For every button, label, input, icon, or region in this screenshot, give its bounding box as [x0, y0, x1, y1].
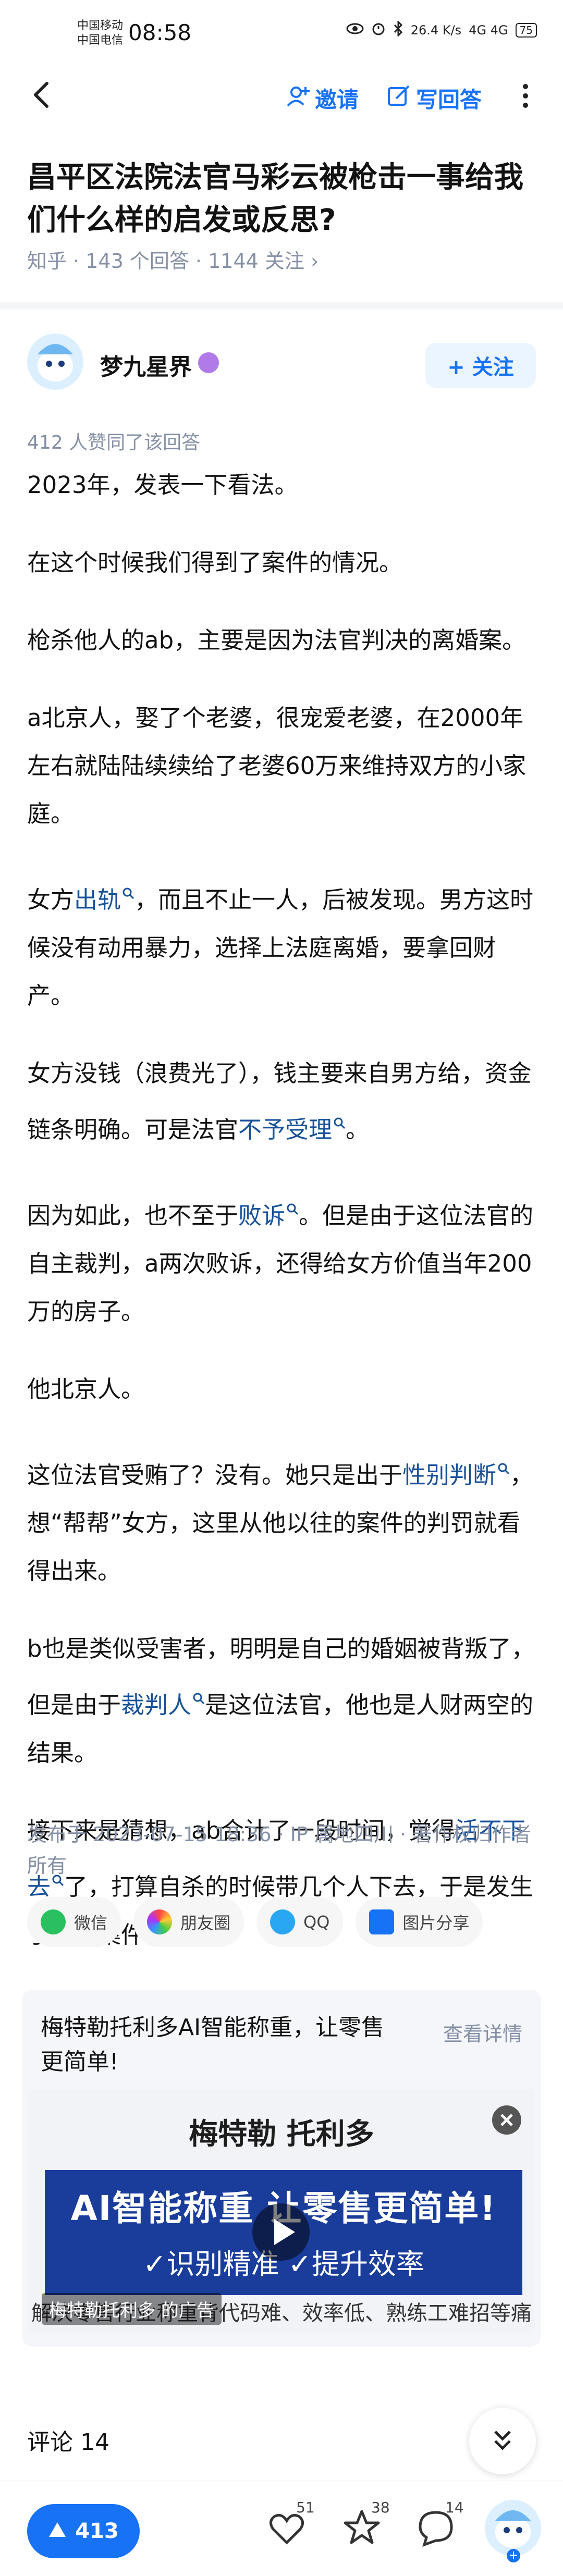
- keyword-link[interactable]: 不予受理: [238, 1116, 332, 1143]
- like-button[interactable]: 51: [266, 2499, 315, 2549]
- upvote-summary: 412 人赞同了该回答: [27, 432, 201, 453]
- answer-paragraph: 枪杀他人的ab，主要是因为法官判决的离婚案。: [27, 626, 526, 654]
- ad-card[interactable]: 梅特勒托利多AI智能称重，让零售更简单! 查看详情 梅特勒 托利多 AI智能称重…: [22, 1990, 541, 2347]
- play-icon[interactable]: [252, 2203, 310, 2261]
- close-icon[interactable]: [492, 2105, 521, 2135]
- share-image-button[interactable]: 图片分享: [356, 1897, 483, 1947]
- bottom-action-bar: 413 51 38 14 +: [0, 2481, 563, 2576]
- question-title[interactable]: 昌平区法院法官马彩云被枪击一事给我们什么样的启发或反思?: [27, 156, 538, 242]
- favorite-button[interactable]: 38: [341, 2499, 390, 2549]
- edit-icon: [387, 84, 411, 113]
- text-span: 女方: [27, 886, 75, 914]
- share-wechat-button[interactable]: 微信: [27, 1897, 121, 1947]
- carrier-info: 中国移动 中国电信: [77, 19, 123, 48]
- ad-title[interactable]: 梅特勒托利多AI智能称重，让零售更简单!: [41, 2011, 406, 2079]
- signal-label: 4G 4G: [469, 23, 508, 38]
- like-count: 51: [296, 2499, 315, 2516]
- search-icon[interactable]: [122, 868, 134, 899]
- comment-count: 14: [445, 2499, 464, 2516]
- carrier-1: 中国移动: [77, 19, 124, 32]
- share-label: 微信: [74, 1913, 108, 1933]
- text-span: 这位法官受贿了？没有。她只是出于: [27, 1461, 403, 1489]
- comment-button[interactable]: 14: [415, 2499, 464, 2549]
- qq-icon: [270, 1909, 296, 1934]
- wechat-icon: [41, 1909, 66, 1934]
- bluetooth-icon: [393, 20, 403, 40]
- status-icons: 26.4 K/s 4G 4G 75: [346, 20, 537, 40]
- share-label: 图片分享: [402, 1913, 470, 1933]
- answer-paragraph: b也是类似受害者，明明是自己的婚姻被背叛了，但是由于裁判人 是这位法官，他也是人财…: [27, 1625, 536, 1777]
- search-icon[interactable]: [333, 1098, 346, 1129]
- question-meta[interactable]: 知乎 · 143 个回答 · 1144 关注 ›: [27, 245, 319, 274]
- text-span: 。: [346, 1116, 370, 1143]
- write-answer-button[interactable]: 写回答: [387, 82, 482, 114]
- more-icon[interactable]: [515, 80, 536, 112]
- upvote-count: 413: [75, 2519, 119, 2543]
- author-name[interactable]: 梦九星界: [100, 348, 192, 381]
- upvote-button[interactable]: 413: [27, 2504, 140, 2558]
- publish-info: 发布于 2023-07-15 18:36 · IP 属地四川 · 著作权归作者所…: [27, 1823, 532, 1877]
- keyword-link[interactable]: 败诉: [238, 1202, 285, 1229]
- comments-header: 评论 14: [27, 2408, 536, 2474]
- text-span: 因为如此，也不至于: [27, 1202, 239, 1229]
- keyword-link[interactable]: 裁判人: [121, 1691, 191, 1719]
- invite-label: 邀请: [315, 87, 359, 113]
- ad-brand: 梅特勒 托利多: [189, 2117, 374, 2151]
- top-nav: 邀请 写回答: [0, 57, 563, 135]
- share-row: 微信 朋友圈 QQ 图片分享: [27, 1897, 536, 1949]
- keyword-link[interactable]: 性别判断: [402, 1461, 496, 1489]
- answer-paragraph: 2023年，发表一下看法。: [27, 471, 298, 499]
- search-icon[interactable]: [497, 1443, 510, 1475]
- carrier-2: 中国电信: [77, 34, 124, 47]
- search-icon[interactable]: [192, 1673, 205, 1705]
- author-row: 梦九星界 + 关注: [27, 334, 536, 396]
- keyword-link[interactable]: 出轨: [74, 886, 121, 914]
- comments-count[interactable]: 评论 14: [27, 2423, 109, 2457]
- answer-paragraph: 因为如此，也不至于败诉 。但是由于这位法官的自主裁判，a两次败诉，还得给女方价值当…: [27, 1184, 536, 1336]
- answer-paragraph: 在这个时候我们得到了案件的情况。: [27, 549, 403, 576]
- answer-paragraph: 女方出轨 ，而且不止一人，后被发现。男方这时候没有动用暴力，选择上法庭离婚，要拿回…: [27, 868, 536, 1020]
- answer-paragraph: a北京人，娶了个老婆，很宠爱老婆，在2000年左右就陆陆续续给了老婆60万来维持…: [27, 704, 527, 828]
- ad-video[interactable]: 梅特勒 托利多 AI智能称重 让零售更简单! ✓识别精准 ✓提升效率 解决零售行…: [28, 2090, 535, 2333]
- eye-icon: [346, 22, 364, 38]
- badge-icon: [198, 352, 219, 373]
- avatar[interactable]: [27, 334, 83, 390]
- share-label: QQ: [303, 1912, 330, 1932]
- alarm-icon: [371, 21, 386, 39]
- clock: 08:58: [128, 20, 192, 45]
- battery-icon: 75: [515, 23, 537, 38]
- answer-body: 2023年，发表一下看法。 在这个时候我们得到了案件的情况。 枪杀他人的ab，主…: [27, 461, 536, 1989]
- share-qq-button[interactable]: QQ: [256, 1897, 344, 1947]
- write-answer-label: 写回答: [416, 87, 482, 113]
- answer-paragraph: 女方没钱（浪费光了），钱主要来自男方给，资金链条明确。可是法官不予受理。: [27, 1050, 536, 1154]
- collapse-button[interactable]: [469, 2408, 536, 2474]
- author-avatar-follow[interactable]: [485, 2500, 541, 2556]
- section-divider: [0, 302, 563, 310]
- moments-icon: [147, 1909, 173, 1934]
- plus-icon[interactable]: +: [507, 2549, 520, 2562]
- search-icon[interactable]: [286, 1184, 299, 1215]
- favorite-count: 38: [371, 2499, 390, 2516]
- share-moments-button[interactable]: 朋友圈: [133, 1897, 244, 1947]
- answer-paragraph: 他北京人。: [27, 1375, 145, 1403]
- follow-button[interactable]: + 关注: [425, 343, 536, 388]
- ad-label: 梅特勒托利多 的广告: [42, 2293, 222, 2325]
- ad-detail-link[interactable]: 查看详情: [443, 2018, 522, 2047]
- net-speed: 26.4 K/s: [410, 23, 462, 38]
- invite-button[interactable]: 邀请: [286, 82, 359, 114]
- back-icon[interactable]: [27, 79, 58, 110]
- answer-paragraph: 这位法官受贿了？没有。她只是出于性别判断 ，想“帮帮”女方，这里从他以往的案件的判…: [27, 1443, 536, 1595]
- share-label: 朋友圈: [180, 1913, 231, 1933]
- image-icon: [369, 1909, 395, 1934]
- status-bar: 中国移动 中国电信 08:58 26.4 K/s 4G 4G 75: [0, 0, 563, 57]
- add-user-icon: [286, 84, 310, 113]
- upvote-icon: [48, 2519, 67, 2543]
